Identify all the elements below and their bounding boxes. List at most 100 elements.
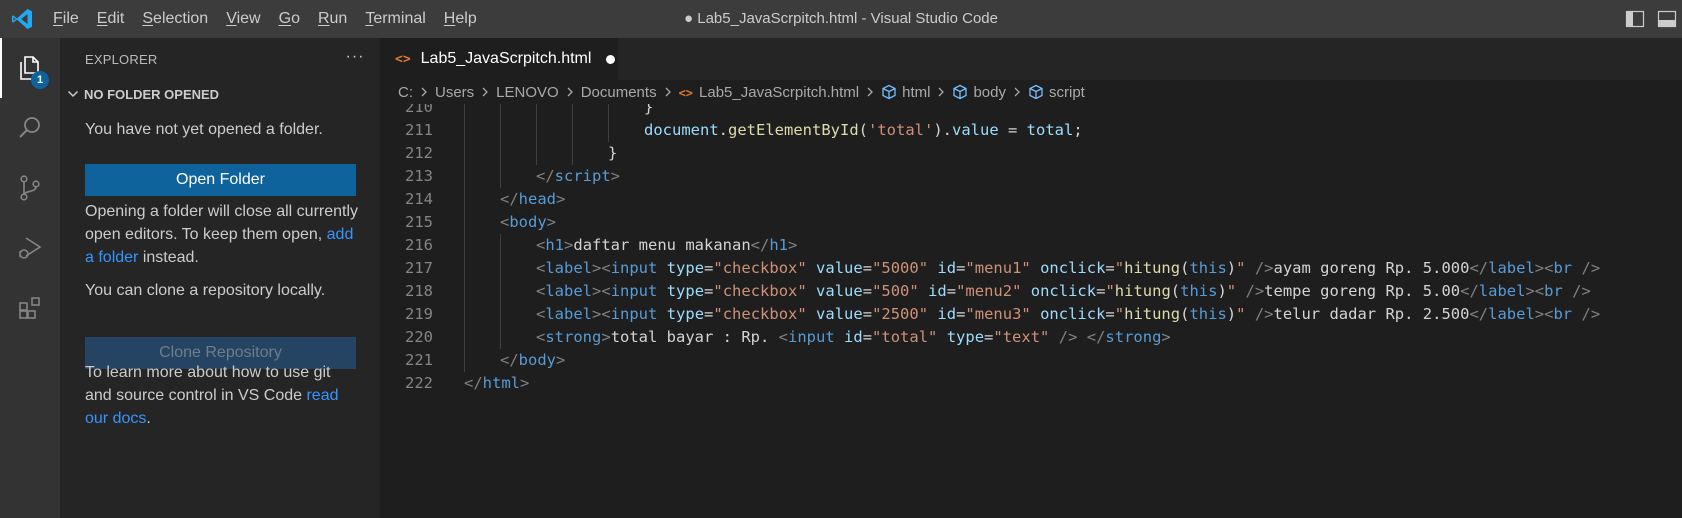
code-token: = bbox=[1105, 259, 1115, 277]
code-token: "checkbox" bbox=[713, 305, 807, 323]
code-line[interactable]: 211 document.getElementById('total').valu… bbox=[380, 119, 1682, 142]
indent-guide bbox=[572, 104, 573, 119]
tab-label: Lab5_JavaScrpitch.html bbox=[420, 50, 592, 67]
code-text: </body> bbox=[500, 349, 565, 372]
toggle-sidebar-icon[interactable] bbox=[1624, 8, 1646, 30]
menu-label: un bbox=[329, 10, 348, 27]
code-line[interactable]: 217 <label><input type="checkbox" value="… bbox=[380, 257, 1682, 280]
menu-item-file[interactable]: File bbox=[44, 0, 88, 38]
vscode-logo-icon[interactable] bbox=[10, 7, 34, 31]
breadcrumb-item[interactable]: script bbox=[1028, 84, 1085, 101]
code-line[interactable]: 216 <h1>daftar menu makanan</h1> bbox=[380, 234, 1682, 257]
code-token: /> bbox=[1581, 305, 1601, 323]
indent-guide bbox=[464, 165, 465, 188]
code-line[interactable]: 212} bbox=[380, 142, 1682, 165]
menu-mnemonic: V bbox=[226, 10, 237, 27]
code-token: "menu3" bbox=[965, 305, 1031, 323]
code-line[interactable]: 213 </script> bbox=[380, 165, 1682, 188]
explorer-icon[interactable]: 1 bbox=[0, 38, 60, 98]
chevron-right-icon bbox=[863, 85, 877, 99]
menu-item-edit[interactable]: Edit bbox=[88, 0, 134, 38]
code-line[interactable]: 215 <body> bbox=[380, 211, 1682, 234]
code-token: > bbox=[610, 167, 621, 185]
code-token: " bbox=[1114, 259, 1125, 277]
code-token: = bbox=[704, 259, 714, 277]
code-token: total bayar : Rp. bbox=[610, 328, 779, 346]
menu-item-help[interactable]: Help bbox=[435, 0, 486, 38]
breadcrumb-item[interactable]: LENOVO bbox=[496, 84, 559, 101]
breadcrumb-item[interactable]: body bbox=[952, 84, 1006, 101]
code-token: "checkbox" bbox=[713, 282, 807, 300]
more-actions-icon[interactable]: ··· bbox=[344, 49, 366, 71]
code-line[interactable]: 218 <label><input type="checkbox" value="… bbox=[380, 280, 1682, 303]
code-token: > bbox=[520, 374, 530, 392]
code-token: telur dadar Rp. 2.500 bbox=[1273, 305, 1470, 323]
code-line[interactable]: 222 </html> bbox=[380, 372, 1682, 395]
indent-guide bbox=[464, 303, 465, 326]
code-token: " bbox=[1226, 282, 1237, 300]
no-folder-section-header[interactable]: NO FOLDER OPENED bbox=[60, 82, 380, 106]
code-token: } bbox=[644, 104, 654, 116]
code-token: = bbox=[998, 121, 1027, 139]
open-folder-button[interactable]: Open Folder bbox=[85, 164, 356, 196]
unsaved-dot-icon[interactable] bbox=[606, 54, 616, 64]
code-line[interactable]: 219 <label><input type="checkbox" value="… bbox=[380, 303, 1682, 326]
breadcrumb-item[interactable]: <> Lab5_JavaScrpitch.html bbox=[679, 84, 860, 101]
code-line[interactable]: 210} bbox=[380, 104, 1682, 119]
symbol-element-icon bbox=[881, 84, 897, 100]
code-token: /> bbox=[1581, 259, 1601, 277]
source-control-icon[interactable] bbox=[0, 158, 60, 218]
code-token: ( bbox=[858, 121, 868, 139]
code-token: >< bbox=[1534, 305, 1554, 323]
extensions-icon[interactable] bbox=[0, 278, 60, 338]
code-token: </ bbox=[1469, 305, 1489, 323]
code-text: </head> bbox=[500, 188, 565, 211]
menu-mnemonic: H bbox=[443, 10, 456, 27]
code-line[interactable]: 220 <strong>total bayar : Rp. <input id="… bbox=[380, 326, 1682, 349]
code-line[interactable]: 221 </body> bbox=[380, 349, 1682, 372]
code-token: "total" bbox=[872, 328, 938, 346]
menu-item-selection[interactable]: Selection bbox=[133, 0, 217, 38]
menu-item-go[interactable]: Go bbox=[270, 0, 309, 38]
search-icon[interactable] bbox=[0, 98, 60, 158]
breadcrumb-item[interactable]: Documents bbox=[581, 84, 657, 101]
code-token: ). bbox=[933, 121, 952, 139]
tab-lab5-html[interactable]: <> Lab5_JavaScrpitch.html bbox=[380, 38, 618, 80]
code-token: > bbox=[788, 236, 798, 254]
code-token: hitung bbox=[1124, 305, 1181, 323]
code-token: id bbox=[937, 305, 957, 323]
editor-area: <> Lab5_JavaScrpitch.html C: Users LENOVO D… bbox=[380, 38, 1682, 518]
code-token: /> bbox=[1572, 282, 1591, 300]
code-token: value bbox=[816, 282, 863, 300]
menu-item-terminal[interactable]: Terminal bbox=[356, 0, 434, 38]
menu-item-run[interactable]: Run bbox=[309, 0, 356, 38]
code-text: document.getElementById('total').value =… bbox=[644, 119, 1083, 142]
menu-item-view[interactable]: View bbox=[217, 0, 269, 38]
code-token: h1 bbox=[769, 236, 789, 254]
indent-guide bbox=[500, 257, 501, 280]
breadcrumb-item[interactable]: Users bbox=[435, 84, 474, 101]
code-text: <body> bbox=[500, 211, 556, 234]
breadcrumb-label: body bbox=[973, 83, 1006, 101]
code-line[interactable]: 214 </head> bbox=[380, 188, 1682, 211]
code-token: "text" bbox=[993, 328, 1050, 346]
code-text: <strong>total bayar : Rp. <input id="tot… bbox=[536, 326, 1171, 349]
toggle-panel-icon[interactable] bbox=[1656, 8, 1678, 30]
chevron-right-icon bbox=[563, 85, 577, 99]
run-debug-icon[interactable] bbox=[0, 218, 60, 278]
indent-guide bbox=[500, 165, 501, 188]
menu-mnemonic: R bbox=[317, 10, 330, 27]
code-token: label bbox=[1488, 259, 1535, 277]
breadcrumb-item[interactable]: C: bbox=[398, 84, 413, 101]
code-editor[interactable]: 210} 211 document.getElementById('total').… bbox=[380, 104, 1682, 518]
code-token: input bbox=[610, 282, 658, 300]
symbol-element-icon bbox=[952, 84, 968, 100]
breadcrumb-item[interactable]: html bbox=[881, 84, 930, 101]
symbol-element-icon bbox=[1028, 84, 1044, 100]
line-number: 213 bbox=[405, 167, 433, 185]
code-token: "500" bbox=[872, 282, 919, 300]
